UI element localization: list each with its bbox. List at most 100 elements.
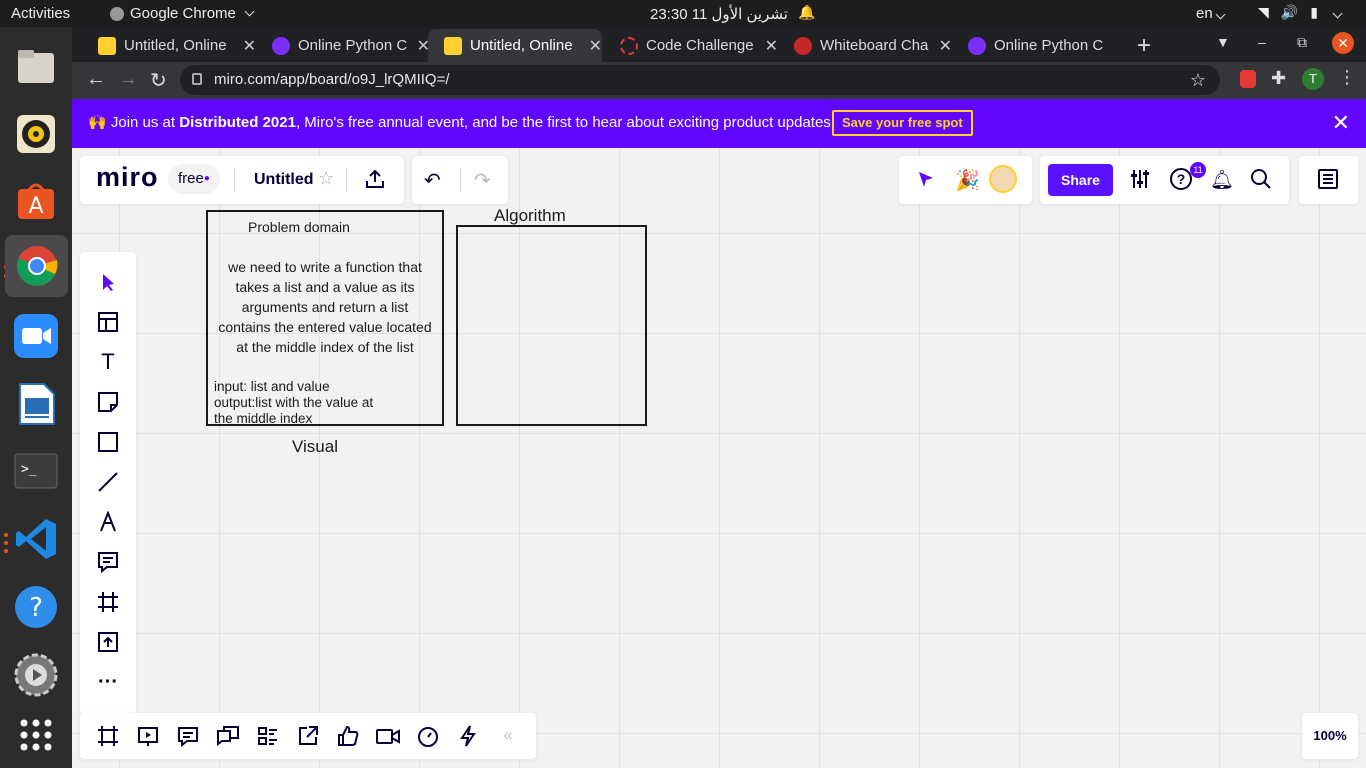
miro-logo[interactable]: miro: [96, 162, 159, 193]
plan-label: free: [178, 170, 204, 187]
minimize-button[interactable]: –: [1258, 34, 1266, 50]
code-challenge-favicon-icon: [620, 36, 638, 55]
board-header-panel: miro free● Untitled ☆: [80, 156, 404, 204]
reload-button[interactable]: ↻: [150, 68, 167, 93]
undo-redo-panel: ↶ ↷: [412, 156, 508, 204]
text-tool-icon[interactable]: T: [94, 348, 122, 376]
zoom-app-icon[interactable]: [12, 312, 60, 360]
frame-tool-icon[interactable]: [94, 588, 122, 616]
templates-tool-icon[interactable]: [94, 308, 122, 336]
language-label: en: [1196, 5, 1213, 22]
libreoffice-writer-icon[interactable]: [12, 380, 60, 428]
more-tools-icon[interactable]: ···: [94, 668, 122, 696]
video-call-icon[interactable]: [374, 722, 402, 750]
plan-badge[interactable]: free●: [168, 164, 220, 194]
board-canvas[interactable]: miro free● Untitled ☆ ↶ ↷ 🎉 Share ? 11 🔔…: [72, 148, 1366, 768]
search-icon[interactable]: [1250, 168, 1272, 190]
chrome-icon[interactable]: [5, 235, 68, 297]
url-text: miro.com/app/board/o9J_lrQMIIQ=/: [214, 71, 450, 88]
timer-icon[interactable]: [414, 722, 442, 750]
line-tool-icon[interactable]: [94, 468, 122, 496]
rhythmbox-icon[interactable]: [12, 110, 60, 158]
volume-icon: 🔊: [1280, 4, 1299, 20]
upload-tool-icon[interactable]: [94, 628, 122, 656]
collapse-toolbar-icon[interactable]: «: [494, 722, 522, 750]
help-icon[interactable]: ?: [1170, 168, 1192, 190]
clock[interactable]: تشرين الأول 11 23:30: [650, 5, 788, 23]
extension-icon[interactable]: [1240, 70, 1256, 88]
app-menu[interactable]: Google Chrome: [110, 5, 255, 22]
cards-icon[interactable]: [254, 722, 282, 750]
bookmark-star-icon[interactable]: ☆: [1190, 65, 1206, 95]
close-tab-icon[interactable]: ✕: [939, 36, 952, 56]
close-tab-icon[interactable]: ✕: [243, 36, 256, 56]
battery-icon: ▮: [1310, 4, 1318, 20]
tab-title: Code Challenge: [646, 37, 754, 54]
activities-button[interactable]: Activities: [11, 5, 70, 22]
export-upload-icon[interactable]: [364, 168, 386, 190]
settings-sliders-icon[interactable]: [1129, 168, 1151, 190]
share-button[interactable]: Share: [1048, 164, 1113, 196]
browser-tab[interactable]: Code Challenge ✕: [604, 29, 778, 62]
algorithm-frame[interactable]: [456, 225, 647, 426]
sticky-note-tool-icon[interactable]: [94, 388, 122, 416]
close-banner-icon[interactable]: ✕: [1332, 110, 1350, 136]
help-icon[interactable]: ?: [12, 583, 60, 631]
redo-icon[interactable]: ↷: [474, 168, 491, 193]
forward-button[interactable]: →: [118, 68, 138, 91]
banner-prefix: Join us at: [110, 114, 180, 131]
zoom-level[interactable]: 100%: [1302, 713, 1358, 759]
shape-tool-icon[interactable]: [94, 428, 122, 456]
user-avatar[interactable]: [989, 165, 1017, 193]
language-indicator[interactable]: en: [1196, 5, 1226, 22]
lightning-icon[interactable]: [454, 722, 482, 750]
comment-tool-icon[interactable]: [94, 548, 122, 576]
notification-count-badge: 11: [1190, 162, 1206, 178]
ubuntu-dock: A >_ ?: [0, 27, 72, 768]
frames-icon[interactable]: [94, 722, 122, 750]
browser-tab[interactable]: Online Python C: [952, 29, 1126, 62]
close-tab-icon[interactable]: ✕: [765, 36, 778, 56]
chat-icon[interactable]: [214, 722, 242, 750]
star-icon[interactable]: ☆: [318, 168, 334, 189]
voting-icon[interactable]: [334, 722, 362, 750]
profile-avatar[interactable]: T: [1302, 68, 1324, 90]
vscode-icon[interactable]: [12, 515, 60, 563]
app-center-icon[interactable]: A: [12, 177, 60, 225]
settings-icon[interactable]: [12, 651, 60, 699]
presentation-icon[interactable]: [134, 722, 162, 750]
browser-tab[interactable]: Online Python C ✕: [256, 29, 430, 62]
browser-tab[interactable]: Whiteboard Cha ✕: [778, 29, 952, 62]
bell-icon[interactable]: 🔔︎: [1210, 168, 1234, 192]
share-screen-icon[interactable]: [294, 722, 322, 750]
close-window-button[interactable]: ✕: [1332, 32, 1354, 54]
board-title[interactable]: Untitled: [254, 171, 314, 189]
pen-tool-icon[interactable]: [94, 508, 122, 536]
browser-tab[interactable]: Untitled, Online ✕: [82, 29, 256, 62]
tab-search-icon[interactable]: ▼: [1216, 34, 1230, 50]
browser-tab-active[interactable]: Untitled, Online ✕: [428, 29, 602, 62]
select-tool-icon[interactable]: [94, 268, 122, 296]
save-spot-button[interactable]: Save your free spot: [832, 110, 973, 136]
chrome-small-icon: [110, 6, 124, 21]
undo-icon[interactable]: ↶: [424, 168, 441, 193]
cursor-filter-icon[interactable]: [915, 168, 937, 190]
comments-icon[interactable]: [174, 722, 202, 750]
new-tab-button[interactable]: +: [1137, 32, 1151, 60]
files-icon[interactable]: [12, 42, 60, 90]
close-tab-icon[interactable]: ✕: [589, 36, 602, 56]
notes-list-icon[interactable]: [1317, 168, 1339, 190]
chrome-menu-icon[interactable]: ⋮: [1338, 67, 1356, 88]
celebrate-icon[interactable]: 🎉: [955, 168, 980, 193]
terminal-icon[interactable]: >_: [12, 447, 60, 495]
back-button[interactable]: ←: [86, 68, 106, 91]
puzzle-icon[interactable]: ✚: [1271, 68, 1286, 89]
maximize-button[interactable]: ⧉: [1297, 34, 1307, 51]
show-applications-icon[interactable]: [12, 711, 60, 759]
svg-text:?: ?: [29, 593, 43, 623]
app-menu-label: Google Chrome: [130, 5, 236, 22]
bell-icon: 🔔: [798, 4, 816, 20]
address-bar[interactable]: miro.com/app/board/o9J_lrQMIIQ=/ ☆: [180, 65, 1220, 95]
system-tray[interactable]: ◥ 🔊 ▮: [1258, 4, 1343, 21]
banner-suffix: , Miro's free annual event, and be the f…: [295, 114, 835, 131]
